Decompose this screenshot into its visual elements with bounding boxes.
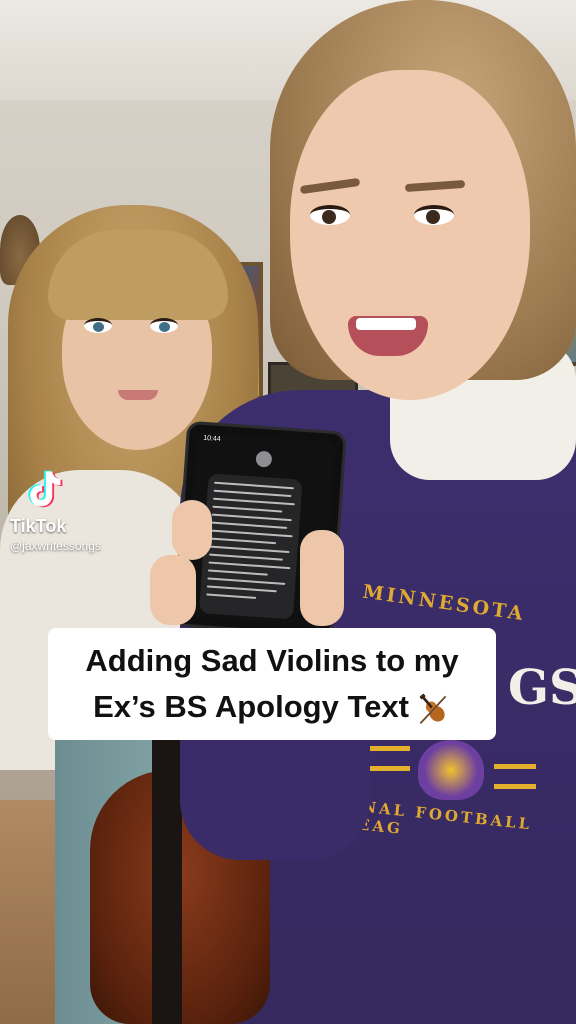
violin-neck: [152, 720, 182, 1024]
message-line: [212, 505, 283, 513]
caption-line-2: Ex’s BS Apology Text: [93, 689, 409, 724]
message-bubble: [198, 473, 303, 620]
message-line: [212, 497, 295, 506]
left-person-eye: [84, 318, 112, 333]
phone-time: 10:44: [202, 434, 221, 444]
left-person-bangs: [48, 230, 228, 320]
message-line: [214, 481, 294, 490]
jersey-stripe: [368, 746, 410, 751]
message-line: [211, 521, 288, 529]
jersey-stripe: [494, 764, 536, 769]
right-hand: [300, 530, 344, 626]
tiktok-wordmark: TikTok: [10, 516, 67, 536]
caption-line-2-wrap: Ex’s BS Apology Text: [93, 684, 451, 730]
left-person-eye: [150, 318, 178, 333]
message-line: [209, 545, 290, 554]
message-line: [206, 585, 277, 593]
message-line: [206, 593, 257, 599]
message-line: [207, 577, 286, 585]
creator-handle: @jaxwritessongs: [10, 539, 101, 553]
message-line: [210, 537, 277, 545]
message-line: [208, 561, 291, 570]
contact-avatar-icon: [255, 450, 273, 468]
jersey-stripe: [368, 766, 410, 771]
jersey-text-middle: GS: [508, 660, 576, 716]
jersey-stripe: [494, 784, 536, 789]
right-person-teeth: [356, 318, 416, 330]
vikings-helmet-icon: [418, 740, 484, 800]
video-frame: MINNESOTA GS ONAL FOOTBALL LEAG 10:44 Ti…: [0, 0, 576, 1024]
hand-thumb: [172, 500, 212, 560]
message-line: [211, 513, 292, 522]
hand-fingers: [150, 555, 196, 625]
right-person-eye: [310, 205, 350, 225]
left-person-mouth: [118, 390, 158, 400]
message-line: [207, 569, 268, 576]
caption-box: Adding Sad Violins to my Ex’s BS Apology…: [48, 628, 496, 740]
message-line: [213, 489, 292, 498]
caption-line-1: Adding Sad Violins to my: [85, 643, 459, 678]
tiktok-logo-icon: [28, 470, 63, 508]
message-line: [209, 553, 283, 561]
violin-emoji-icon: [419, 693, 447, 724]
right-person-eye: [414, 205, 454, 225]
message-line: [210, 529, 293, 538]
